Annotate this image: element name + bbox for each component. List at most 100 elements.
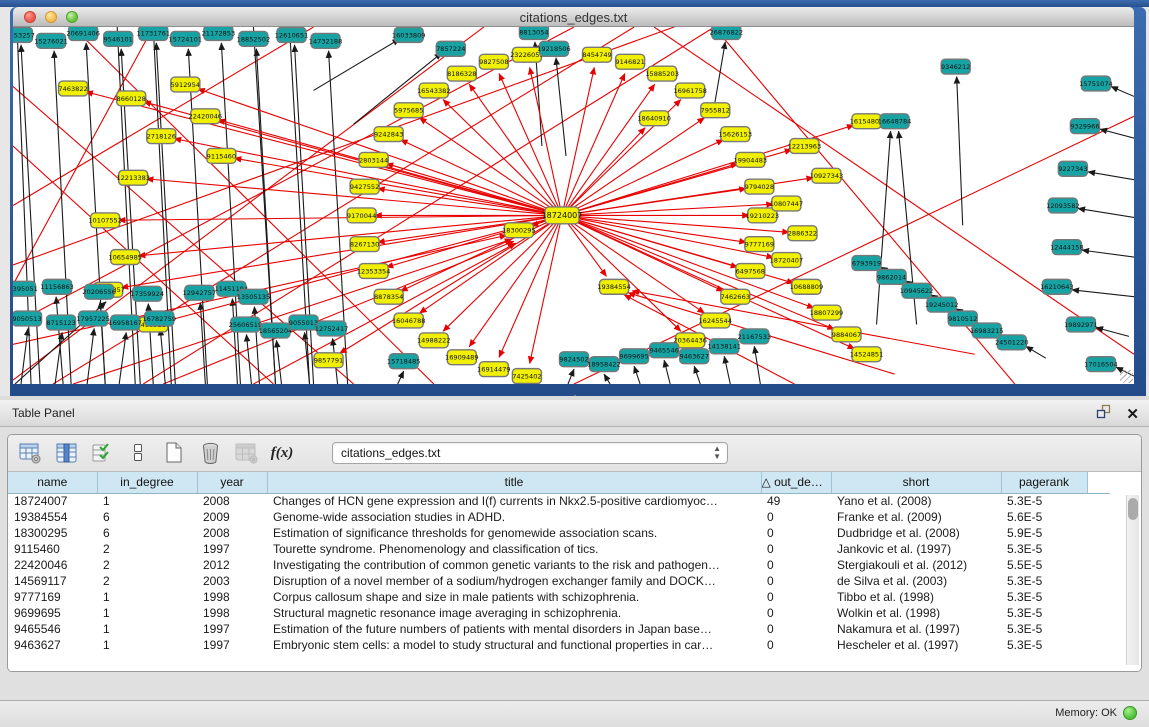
graph-node[interactable]: 16648784 — [878, 114, 912, 129]
graph-node[interactable]: 22420046 — [189, 109, 223, 124]
table-settings-icon[interactable] — [18, 442, 42, 464]
table-row[interactable]: 1456911722003Disruption of a novel membe… — [8, 573, 1110, 589]
graph-node[interactable]: 19892971 — [1064, 317, 1098, 332]
graph-node[interactable]: 15276021 — [34, 33, 68, 48]
graph-node[interactable]: 20691406 — [66, 27, 100, 40]
black-edge[interactable] — [246, 334, 251, 384]
graph-node[interactable]: 8454749 — [582, 47, 611, 62]
black-edge[interactable] — [957, 77, 963, 226]
graph-node[interactable]: 2886322 — [788, 226, 817, 241]
graph-node[interactable]: 7955812 — [701, 103, 730, 118]
graph-node[interactable]: 9546101 — [103, 31, 132, 46]
black-edge[interactable] — [694, 366, 700, 384]
table-row[interactable]: 977716911998Corpus callosum shape and si… — [8, 589, 1110, 605]
table-column-icon[interactable] — [54, 442, 78, 464]
graph-node[interactable]: 10807447 — [770, 196, 804, 211]
graph-node[interactable]: 8715123 — [46, 315, 75, 330]
black-edge[interactable] — [119, 332, 126, 384]
graph-node[interactable]: 6793919 — [852, 256, 881, 271]
graph-node[interactable]: 18807299 — [810, 305, 844, 320]
graph-node[interactable]: 18640910 — [637, 111, 671, 126]
graph-node[interactable]: 8267130 — [350, 237, 379, 252]
graph-node[interactable]: 8878354 — [374, 289, 403, 304]
black-edge[interactable] — [54, 51, 71, 384]
black-edge[interactable] — [1072, 290, 1134, 297]
graph-node[interactable]: 17016504 — [1084, 357, 1118, 372]
graph-node[interactable]: 12610651 — [275, 27, 309, 42]
canvas-resize-grip[interactable] — [1120, 370, 1133, 383]
graph-node[interactable]: 9346212 — [941, 59, 970, 74]
red-edge[interactable] — [13, 27, 574, 325]
graph-node[interactable]: 21167533 — [738, 329, 772, 344]
graph-node[interactable]: 19384554 — [597, 279, 631, 294]
graph-node[interactable]: 20206556 — [82, 284, 116, 299]
graph-node[interactable]: 9794028 — [745, 179, 774, 194]
graph-node[interactable]: 13505135 — [237, 289, 271, 304]
graph-node[interactable]: 18958422 — [587, 357, 621, 372]
column-header-title[interactable]: title — [267, 472, 761, 493]
graph-node[interactable]: 16543382 — [417, 83, 451, 98]
graph-node[interactable]: 12444158 — [1050, 240, 1084, 255]
graph-node[interactable]: 14524851 — [850, 347, 884, 362]
black-edge[interactable] — [398, 371, 404, 384]
graph-node[interactable]: 11156863 — [40, 279, 74, 294]
red-edge[interactable] — [118, 215, 562, 220]
black-edge[interactable] — [276, 340, 281, 384]
column-header-pagerank[interactable]: pagerank — [1001, 472, 1087, 493]
graph-node[interactable]: 18300295 — [502, 223, 536, 238]
graph-node[interactable]: 2718126 — [147, 129, 176, 144]
black-edge[interactable] — [1082, 250, 1134, 257]
table-row[interactable]: 1830029562008Estimation of significance … — [8, 525, 1110, 541]
black-edge[interactable] — [1111, 87, 1134, 97]
table-row[interactable]: 969969511998Structural magnetic resonanc… — [8, 605, 1110, 621]
graph-node[interactable]: 18852502 — [237, 31, 271, 46]
function-builder-icon[interactable]: f(x) — [270, 442, 294, 464]
graph-node[interactable]: 10654985 — [108, 250, 142, 265]
graph-node[interactable]: 19904483 — [734, 152, 768, 167]
table-selector-dropdown[interactable]: citations_edges.txt ▲▼ — [332, 442, 728, 464]
graph-node[interactable]: 16046788 — [392, 313, 426, 328]
column-header-out_de…[interactable]: △ out_de… — [761, 472, 831, 493]
graph-node[interactable]: 15724101 — [169, 31, 203, 46]
graph-node[interactable]: 9242843 — [374, 127, 403, 142]
graph-node[interactable]: 15751074 — [1079, 76, 1113, 91]
graph-node[interactable]: 21172853 — [202, 27, 236, 40]
graph-node[interactable]: 10927343 — [810, 168, 844, 183]
graph-node[interactable]: 10945622 — [900, 283, 934, 298]
graph-node[interactable]: 9777169 — [745, 237, 774, 252]
graph-node[interactable]: 16958167 — [108, 315, 142, 330]
memory-status-led-icon[interactable] — [1123, 706, 1137, 720]
graph-node[interactable]: 8813054 — [519, 27, 548, 39]
row-height-icon[interactable] — [126, 442, 150, 464]
column-header-name[interactable]: name — [8, 472, 97, 493]
graph-node[interactable]: 9146821 — [615, 54, 644, 69]
graph-node[interactable]: 9862014 — [877, 269, 906, 284]
graph-node[interactable]: 25606519 — [229, 317, 263, 332]
table-row[interactable]: 2242004622012Investigating the contribut… — [8, 557, 1110, 573]
table-row[interactable]: 1938455462009Genome-wide association stu… — [8, 509, 1110, 525]
graph-node[interactable]: 15885203 — [645, 66, 679, 81]
graph-node[interactable]: 6497568 — [736, 264, 765, 279]
graph-node[interactable]: 9329966 — [1070, 119, 1099, 134]
black-edge[interactable] — [1078, 208, 1134, 217]
table-row[interactable]: 946362711997Embryonic stem cells: a mode… — [8, 637, 1110, 653]
graph-node[interactable]: 16033809 — [392, 27, 426, 42]
graph-node[interactable]: 9227343 — [1058, 161, 1087, 176]
network-window-titlebar[interactable]: citations_edges.txt — [13, 7, 1134, 27]
graph-node[interactable]: 9827508 — [479, 54, 508, 69]
red-edge[interactable] — [562, 215, 774, 257]
graph-node[interactable]: 12942757 — [183, 285, 217, 300]
graph-node[interactable]: 7463822 — [58, 81, 87, 96]
graph-node[interactable]: 17359924 — [130, 286, 164, 301]
black-edge[interactable] — [604, 374, 610, 384]
black-edge[interactable] — [295, 45, 314, 384]
graph-node[interactable]: 12213383 — [116, 170, 150, 185]
graph-node[interactable]: 2803144 — [359, 152, 388, 167]
graph-node[interactable]: 7857224 — [436, 41, 465, 56]
graph-node[interactable]: 5912954 — [171, 77, 200, 92]
graph-node[interactable]: 9427552 — [350, 179, 379, 194]
table-scrollbar-track[interactable] — [1126, 495, 1139, 665]
graph-node[interactable]: 18720407 — [770, 253, 804, 268]
table-row[interactable]: 911546021997Tourette syndrome. Phenomeno… — [8, 541, 1110, 557]
red-edge[interactable] — [86, 92, 562, 216]
